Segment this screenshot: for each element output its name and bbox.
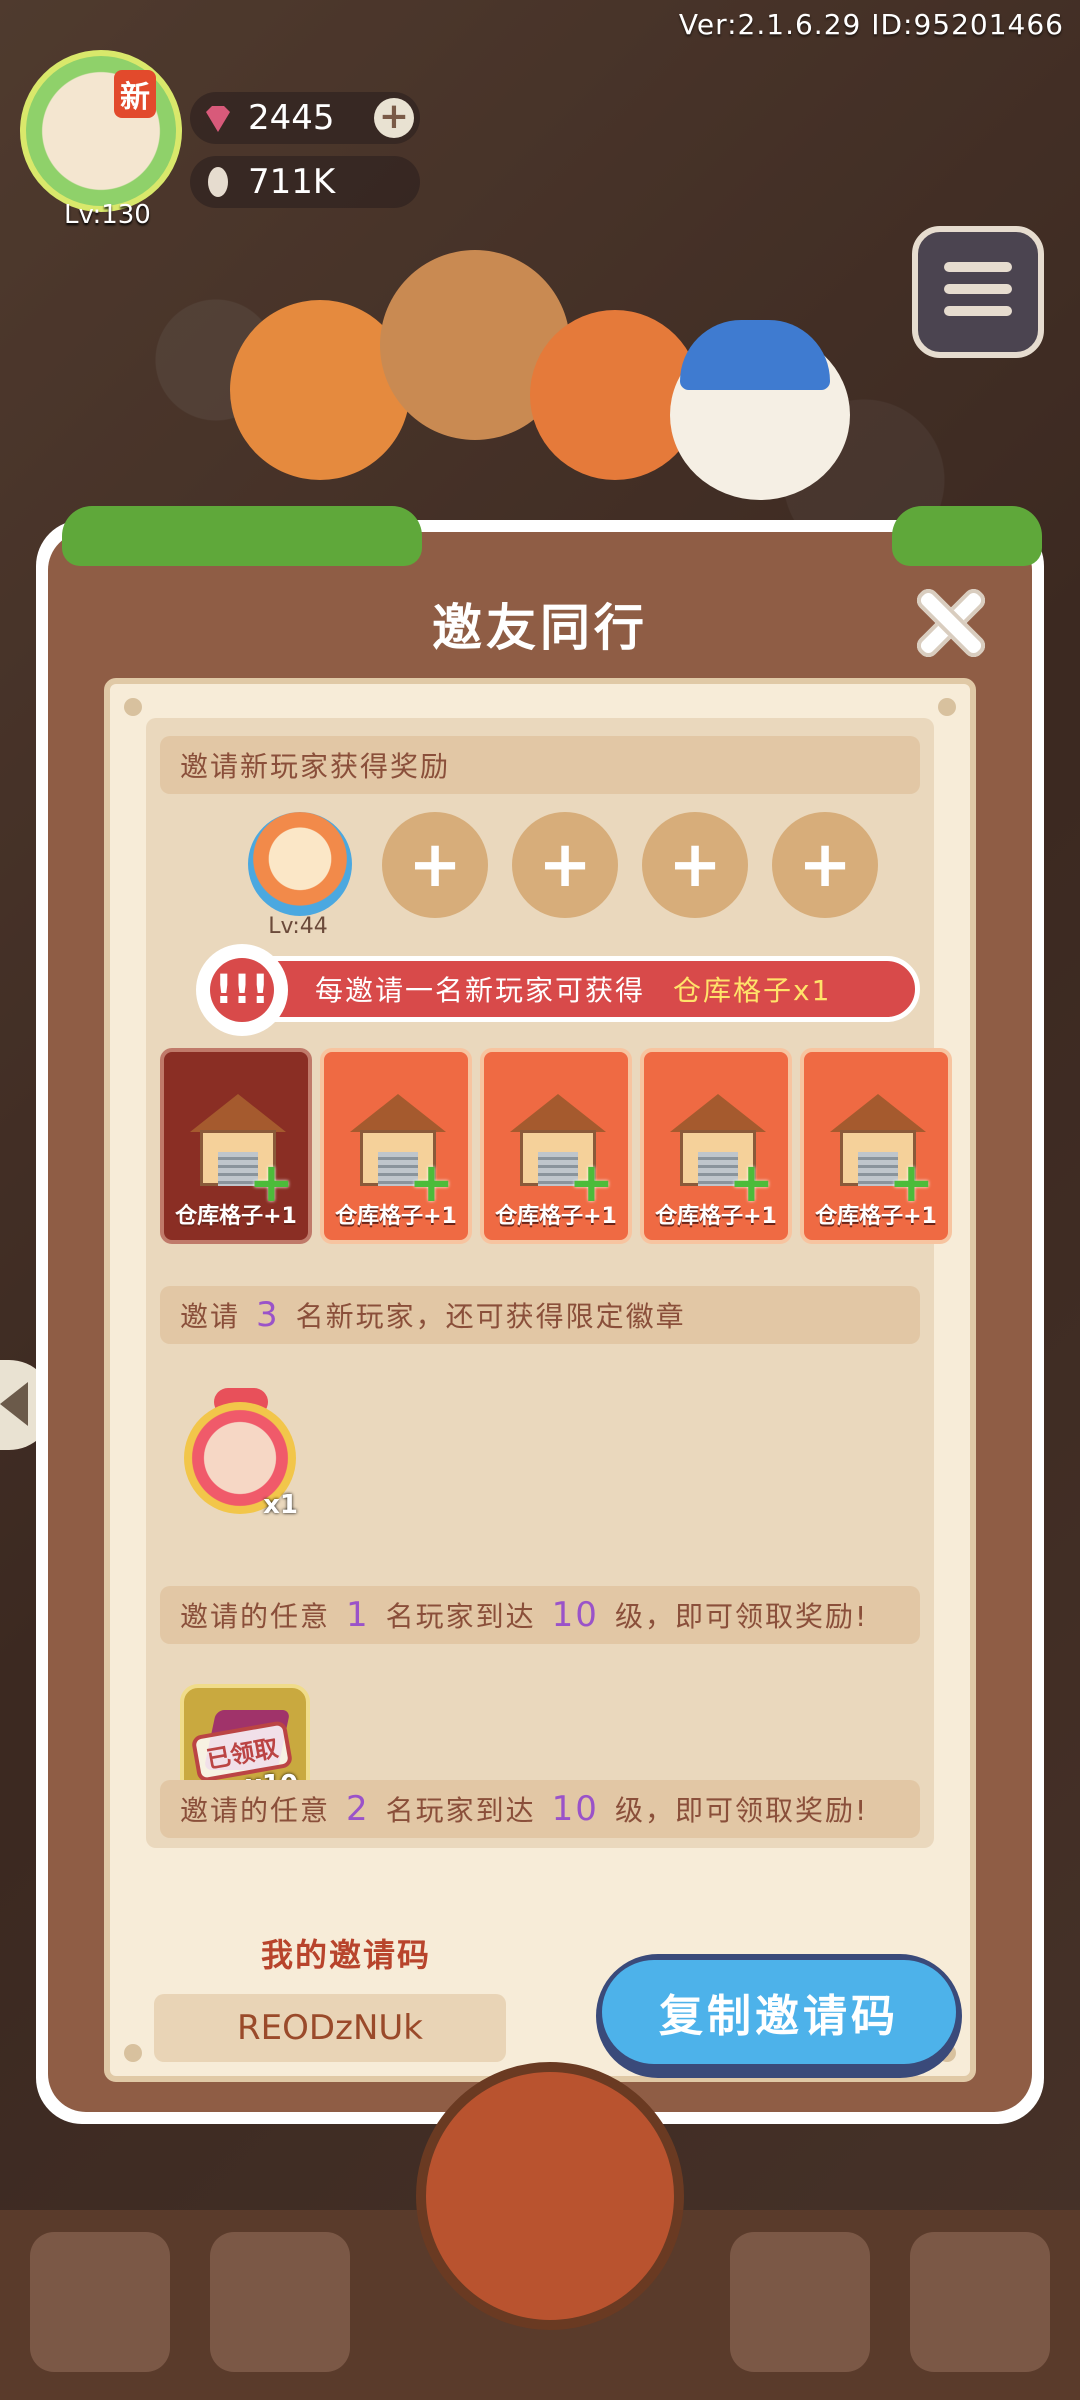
task2-level: 10: [551, 1789, 599, 1829]
reward-info-banner: 每邀请一名新玩家可获得 仓库格子x1: [206, 956, 920, 1022]
banner-text: 每邀请一名新玩家可获得: [315, 974, 646, 1007]
task2-pre: 邀请的任意: [180, 1794, 331, 1827]
reward-card-label: 仓库格子+1: [495, 1204, 617, 1229]
add-gems-button[interactable]: +: [374, 98, 414, 138]
badge-row-post: 名新玩家，还可获得限定徽章: [295, 1300, 686, 1333]
hand-gift-icon[interactable]: [210, 2232, 350, 2372]
reward-card-label: 仓库格子+1: [175, 1204, 297, 1229]
invite-code-label: 我的邀请码: [260, 1936, 431, 1974]
blue-cap: [680, 320, 830, 390]
badge-row-pre: 邀请: [180, 1300, 241, 1333]
dice-icon[interactable]: [730, 2232, 870, 2372]
exclamation-icon: !!!: [196, 944, 288, 1036]
new-tag: 新: [114, 70, 156, 118]
invited-friend-level: Lv:44: [268, 914, 328, 939]
task2-number: 2: [346, 1789, 370, 1829]
task2-mid: 名玩家到达: [385, 1794, 536, 1827]
reward-card-label: 仓库格子+1: [655, 1204, 777, 1229]
menu-line: [944, 284, 1012, 294]
shop-icon[interactable]: [30, 2232, 170, 2372]
gem-icon: [206, 106, 230, 132]
invite-dialog: 邀友同行 邀请新玩家获得奖励 Lv:44 + + + + 每邀请一名新玩家可获得…: [36, 506, 1044, 2124]
dialog-title: 邀友同行: [432, 599, 648, 657]
content-panel: 邀请新玩家获得奖励 Lv:44 + + + + 每邀请一名新玩家可获得 仓库格子…: [104, 678, 976, 2082]
seed-counter: 711K: [190, 156, 420, 208]
version-id-label: Ver:2.1.6.29 ID:95201466: [678, 8, 1064, 41]
seed-count: 711K: [248, 162, 336, 202]
close-icon[interactable]: [910, 584, 988, 662]
badge-reward-header: 邀请 3 名新玩家，还可获得限定徽章: [160, 1286, 920, 1344]
house-icon[interactable]: [910, 2232, 1050, 2372]
invite-code-field[interactable]: REODzNUk: [154, 1994, 506, 2062]
dialog-frame: 邀友同行 邀请新玩家获得奖励 Lv:44 + + + + 每邀请一名新玩家可获得…: [48, 506, 1042, 2112]
copy-invite-code-button[interactable]: 复制邀请码: [596, 1954, 962, 2078]
empty-invite-slot[interactable]: +: [772, 812, 878, 918]
reward-card-label: 仓库格子+1: [815, 1204, 937, 1229]
task-level-header-2: 邀请的任意 2 名玩家到达 10 级，即可领取奖励!: [160, 1780, 920, 1838]
characters-illustration: [210, 220, 870, 550]
reward-card[interactable]: + 仓库格子+1: [480, 1048, 632, 1244]
task1-level: 10: [551, 1595, 599, 1635]
plus-icon: +: [538, 828, 592, 902]
invite-section-header: 邀请新玩家获得奖励: [160, 736, 920, 794]
task1-number: 1: [346, 1595, 370, 1635]
task1-mid: 名玩家到达: [385, 1600, 536, 1633]
grass-decoration: [892, 506, 1042, 566]
menu-line: [944, 262, 1012, 272]
plus-icon: +: [668, 828, 722, 902]
plus-icon: +: [408, 828, 462, 902]
panel-rivet: [938, 698, 956, 716]
badge-count: x1: [263, 1490, 298, 1520]
task1-pre: 邀请的任意: [180, 1600, 331, 1633]
acorn-main-button[interactable]: [416, 2062, 684, 2330]
player-avatar[interactable]: 新: [20, 50, 182, 212]
gem-counter: 2445 +: [190, 92, 420, 144]
task-level-header-1: 邀请的任意 1 名玩家到达 10 级，即可领取奖励!: [160, 1586, 920, 1644]
exclamation-glyph: !!!: [210, 958, 274, 1022]
task1-post: 级，即可领取奖励!: [614, 1600, 869, 1633]
menu-button[interactable]: [912, 226, 1044, 358]
reward-card[interactable]: + 仓库格子+1: [800, 1048, 952, 1244]
reward-card[interactable]: + 仓库格子+1: [640, 1048, 792, 1244]
plus-icon: +: [798, 828, 852, 902]
rewards-area: 邀请新玩家获得奖励 Lv:44 + + + + 每邀请一名新玩家可获得 仓库格子…: [146, 718, 952, 1848]
reward-card-claimed: + 仓库格子+1: [160, 1048, 312, 1244]
banner-reward: 仓库格子x1: [673, 974, 832, 1007]
panel-rivet: [124, 698, 142, 716]
empty-invite-slot[interactable]: +: [382, 812, 488, 918]
grass-decoration: [62, 506, 422, 566]
limited-badge-reward[interactable]: x1: [180, 1388, 302, 1528]
reward-card-label: 仓库格子+1: [335, 1204, 457, 1229]
task2-post: 级，即可领取奖励!: [614, 1794, 869, 1827]
seed-icon: [208, 167, 228, 197]
panel-rivet: [124, 2044, 142, 2062]
badge-row-number: 3: [256, 1295, 280, 1335]
menu-line: [944, 306, 1012, 316]
reward-card[interactable]: + 仓库格子+1: [320, 1048, 472, 1244]
player-level: Lv:130: [64, 200, 151, 230]
invited-friend-avatar[interactable]: [248, 812, 352, 916]
copy-button-label: 复制邀请码: [602, 1960, 956, 2064]
empty-invite-slot[interactable]: +: [642, 812, 748, 918]
empty-invite-slot[interactable]: +: [512, 812, 618, 918]
gem-count: 2445: [248, 98, 335, 138]
